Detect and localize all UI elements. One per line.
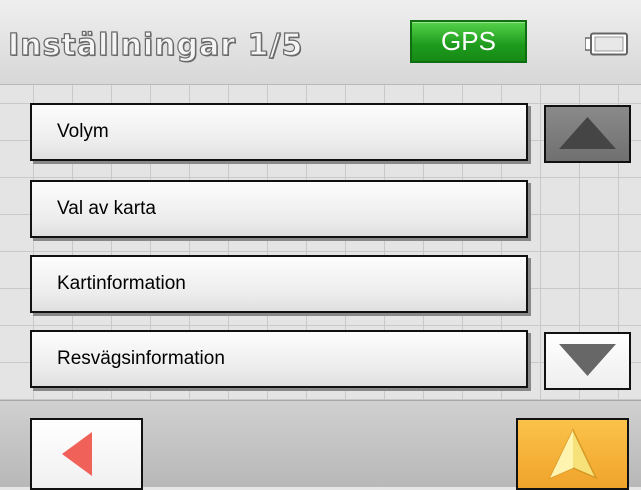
gps-status-button[interactable]: GPS — [410, 20, 527, 63]
page-title: Inställningar 1/5 — [7, 27, 304, 63]
scroll-down-button[interactable] — [544, 332, 631, 390]
triangle-down-icon — [559, 344, 616, 376]
navigation-arrow-icon — [548, 428, 598, 480]
arrow-left-icon — [62, 432, 92, 476]
triangle-up-icon — [559, 117, 616, 149]
back-button[interactable] — [30, 418, 143, 490]
menu-item-volym[interactable]: Volym — [30, 103, 528, 161]
menu-item-kartinformation[interactable]: Kartinformation — [30, 255, 528, 313]
scroll-up-button[interactable] — [544, 105, 631, 163]
navigate-button[interactable] — [516, 418, 629, 490]
menu-item-val-av-karta[interactable]: Val av karta — [30, 180, 528, 238]
menu-item-resvagsinformation[interactable]: Resvägsinformation — [30, 330, 528, 388]
battery-icon — [585, 32, 629, 56]
